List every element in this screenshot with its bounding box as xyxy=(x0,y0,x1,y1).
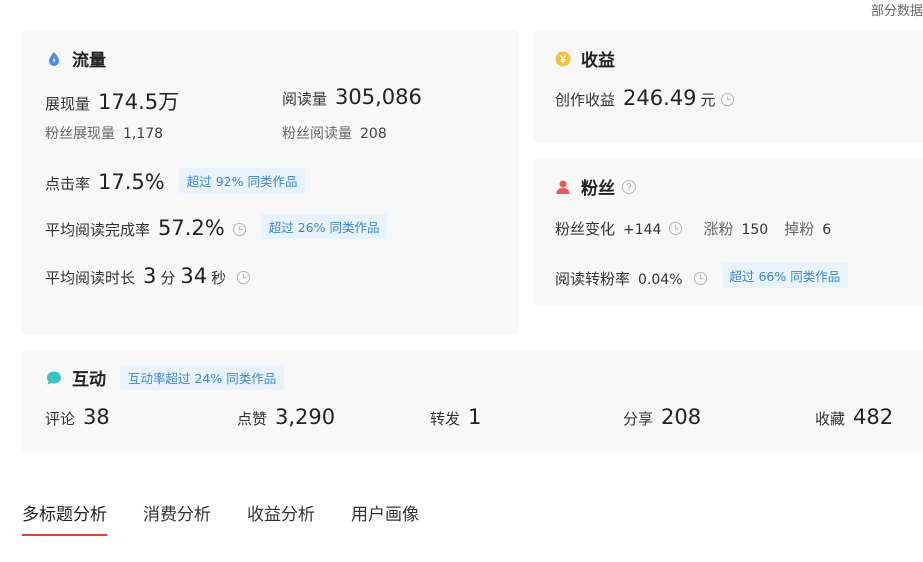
impressions-value: 174.5万 xyxy=(98,90,180,114)
comments-label: 评论 xyxy=(45,410,76,428)
reposts-value: 1 xyxy=(468,405,482,429)
partial-data-note: 部分数据 xyxy=(870,4,923,19)
likes-value: 3,290 xyxy=(275,405,336,429)
clock-icon[interactable] xyxy=(720,92,735,107)
fans-conversion-badge: 超过 66% 同类作品 xyxy=(721,263,849,288)
income-metric: 创作收益 246.49 元 xyxy=(555,86,735,110)
favorites-value: 482 xyxy=(853,405,894,429)
clock-icon[interactable] xyxy=(693,271,708,286)
clock-icon[interactable] xyxy=(232,222,247,237)
traffic-card: 流量 展现量 174.5万 阅读量 305,086 粉丝展现量 1,178 粉丝… xyxy=(22,30,519,335)
ctr-value: 17.5% xyxy=(98,170,165,194)
income-title-text: 收益 xyxy=(581,51,615,71)
fan-impressions-value: 1,178 xyxy=(123,126,164,142)
likes-label: 点赞 xyxy=(237,410,268,428)
favorites-label: 收藏 xyxy=(815,410,846,428)
fans-change-metric: 粉丝变化 +144 涨粉 150 掉粉 6 xyxy=(555,218,831,239)
impressions-metric: 展现量 174.5万 xyxy=(45,86,179,116)
analysis-tabs: 多标题分析 消费分析 收益分析 用户画像 xyxy=(22,500,455,536)
duration-label: 平均阅读时长 xyxy=(45,269,136,287)
clock-icon[interactable] xyxy=(668,221,683,236)
fans-loss-value: 6 xyxy=(822,222,832,238)
completion-value: 57.2% xyxy=(158,216,225,240)
reads-label: 阅读量 xyxy=(282,90,328,108)
reposts-label: 转发 xyxy=(430,410,461,428)
tab-consumption-analysis[interactable]: 消费分析 xyxy=(143,500,211,536)
ctr-metric: 点击率 17.5% 超过 92% 同类作品 xyxy=(45,168,306,196)
fans-gain-value: 150 xyxy=(741,222,769,238)
duration-sec-unit: 秒 xyxy=(211,269,227,287)
fan-impressions-label: 粉丝展现量 xyxy=(45,126,115,142)
impressions-label: 展现量 xyxy=(45,95,91,113)
fans-conversion-metric: 阅读转粉率 0.04% 超过 66% 同类作品 xyxy=(555,263,849,291)
duration-minutes: 3 xyxy=(143,264,157,288)
interaction-item: 点赞 3,290 xyxy=(237,405,335,429)
completion-badge: 超过 26% 同类作品 xyxy=(260,214,388,239)
fans-conversion-value: 0.04% xyxy=(638,272,683,288)
duration-min-unit: 分 xyxy=(160,269,176,287)
shares-label: 分享 xyxy=(623,410,654,428)
traffic-title-text: 流量 xyxy=(72,51,106,71)
ctr-badge: 超过 92% 同类作品 xyxy=(178,168,306,193)
traffic-icon xyxy=(49,51,59,66)
interaction-card: 互动 互动率超过 24% 同类作品 评论 38 点赞 3,290 转发 1 分享… xyxy=(22,350,923,453)
tab-income-analysis[interactable]: 收益分析 xyxy=(247,500,315,536)
fan-impressions-metric: 粉丝展现量 1,178 xyxy=(45,123,163,143)
interaction-item: 评论 38 xyxy=(45,405,110,429)
tab-user-profile[interactable]: 用户画像 xyxy=(351,500,419,536)
tab-multi-title-analysis[interactable]: 多标题分析 xyxy=(22,500,107,536)
ctr-label: 点击率 xyxy=(45,175,91,193)
completion-label: 平均阅读完成率 xyxy=(45,221,151,239)
shares-value: 208 xyxy=(661,405,702,429)
comments-value: 38 xyxy=(83,405,110,429)
fan-reads-value: 208 xyxy=(360,126,387,142)
clock-icon[interactable] xyxy=(236,270,251,285)
income-title: 收益 xyxy=(555,46,615,71)
interaction-title: 互动 互动率超过 24% 同类作品 xyxy=(46,365,285,390)
income-value: 246.49 xyxy=(623,86,697,110)
interaction-badge: 互动率超过 24% 同类作品 xyxy=(120,365,285,390)
fan-reads-metric: 粉丝阅读量 208 xyxy=(282,123,387,143)
reads-value: 305,086 xyxy=(335,85,422,109)
duration-metric: 平均阅读时长 3 分 34 秒 xyxy=(45,264,251,288)
fan-reads-label: 粉丝阅读量 xyxy=(282,126,352,142)
fans-gain-label: 涨粉 xyxy=(703,220,734,238)
interaction-item: 分享 208 xyxy=(623,405,701,429)
chat-bubble-icon xyxy=(47,371,61,385)
income-unit: 元 xyxy=(700,91,716,109)
interaction-item: 收藏 482 xyxy=(815,405,893,429)
fans-loss-label: 掉粉 xyxy=(784,220,815,238)
fans-conversion-label: 阅读转粉率 xyxy=(555,270,631,288)
fans-title-text: 粉丝 xyxy=(581,179,615,199)
fans-title: 粉丝 xyxy=(555,174,637,199)
income-label: 创作收益 xyxy=(555,91,616,109)
interaction-title-text: 互动 xyxy=(72,370,106,390)
traffic-title: 流量 xyxy=(46,46,106,71)
income-card: 收益 创作收益 246.49 元 xyxy=(533,30,923,143)
completion-metric: 平均阅读完成率 57.2% 超过 26% 同类作品 xyxy=(45,214,388,242)
user-icon xyxy=(556,180,570,194)
fans-change-value: +144 xyxy=(623,222,662,238)
reads-metric: 阅读量 305,086 xyxy=(282,85,422,109)
fans-card: 粉丝 粉丝变化 +144 涨粉 150 掉粉 6 阅读转粉率 0.04% 超过 … xyxy=(533,158,923,306)
interaction-item: 转发 1 xyxy=(430,405,481,429)
coin-icon xyxy=(555,51,571,66)
duration-seconds: 34 xyxy=(180,264,208,288)
fans-change-label: 粉丝变化 xyxy=(555,220,616,238)
help-icon[interactable] xyxy=(621,179,637,195)
